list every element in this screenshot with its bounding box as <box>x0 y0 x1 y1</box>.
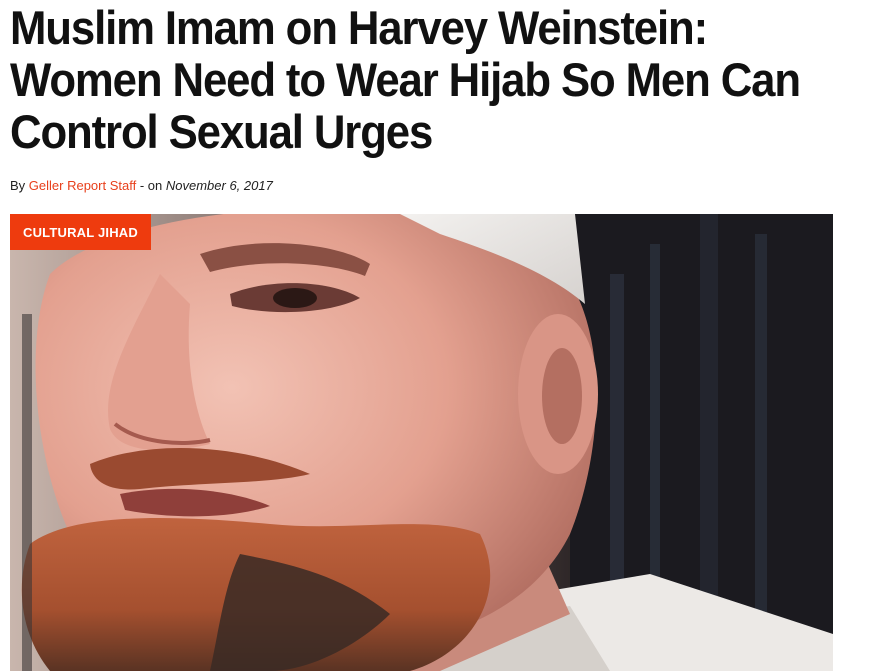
featured-photo <box>10 214 833 671</box>
author-link[interactable]: Geller Report Staff <box>29 178 136 193</box>
article: Muslim Imam on Harvey Weinstein: Women N… <box>0 0 889 671</box>
featured-image[interactable]: CULTURAL JIHAD <box>10 214 833 671</box>
byline-prefix: By <box>10 178 26 193</box>
byline-separator: - on <box>139 178 163 193</box>
category-badge[interactable]: CULTURAL JIHAD <box>10 214 151 250</box>
byline: By Geller Report Staff - on November 6, … <box>10 178 273 193</box>
publish-date: November 6, 2017 <box>165 178 273 193</box>
byline-date-wrap: - on November 6, 2017 <box>140 178 273 193</box>
article-title: Muslim Imam on Harvey Weinstein: Women N… <box>10 1 801 158</box>
